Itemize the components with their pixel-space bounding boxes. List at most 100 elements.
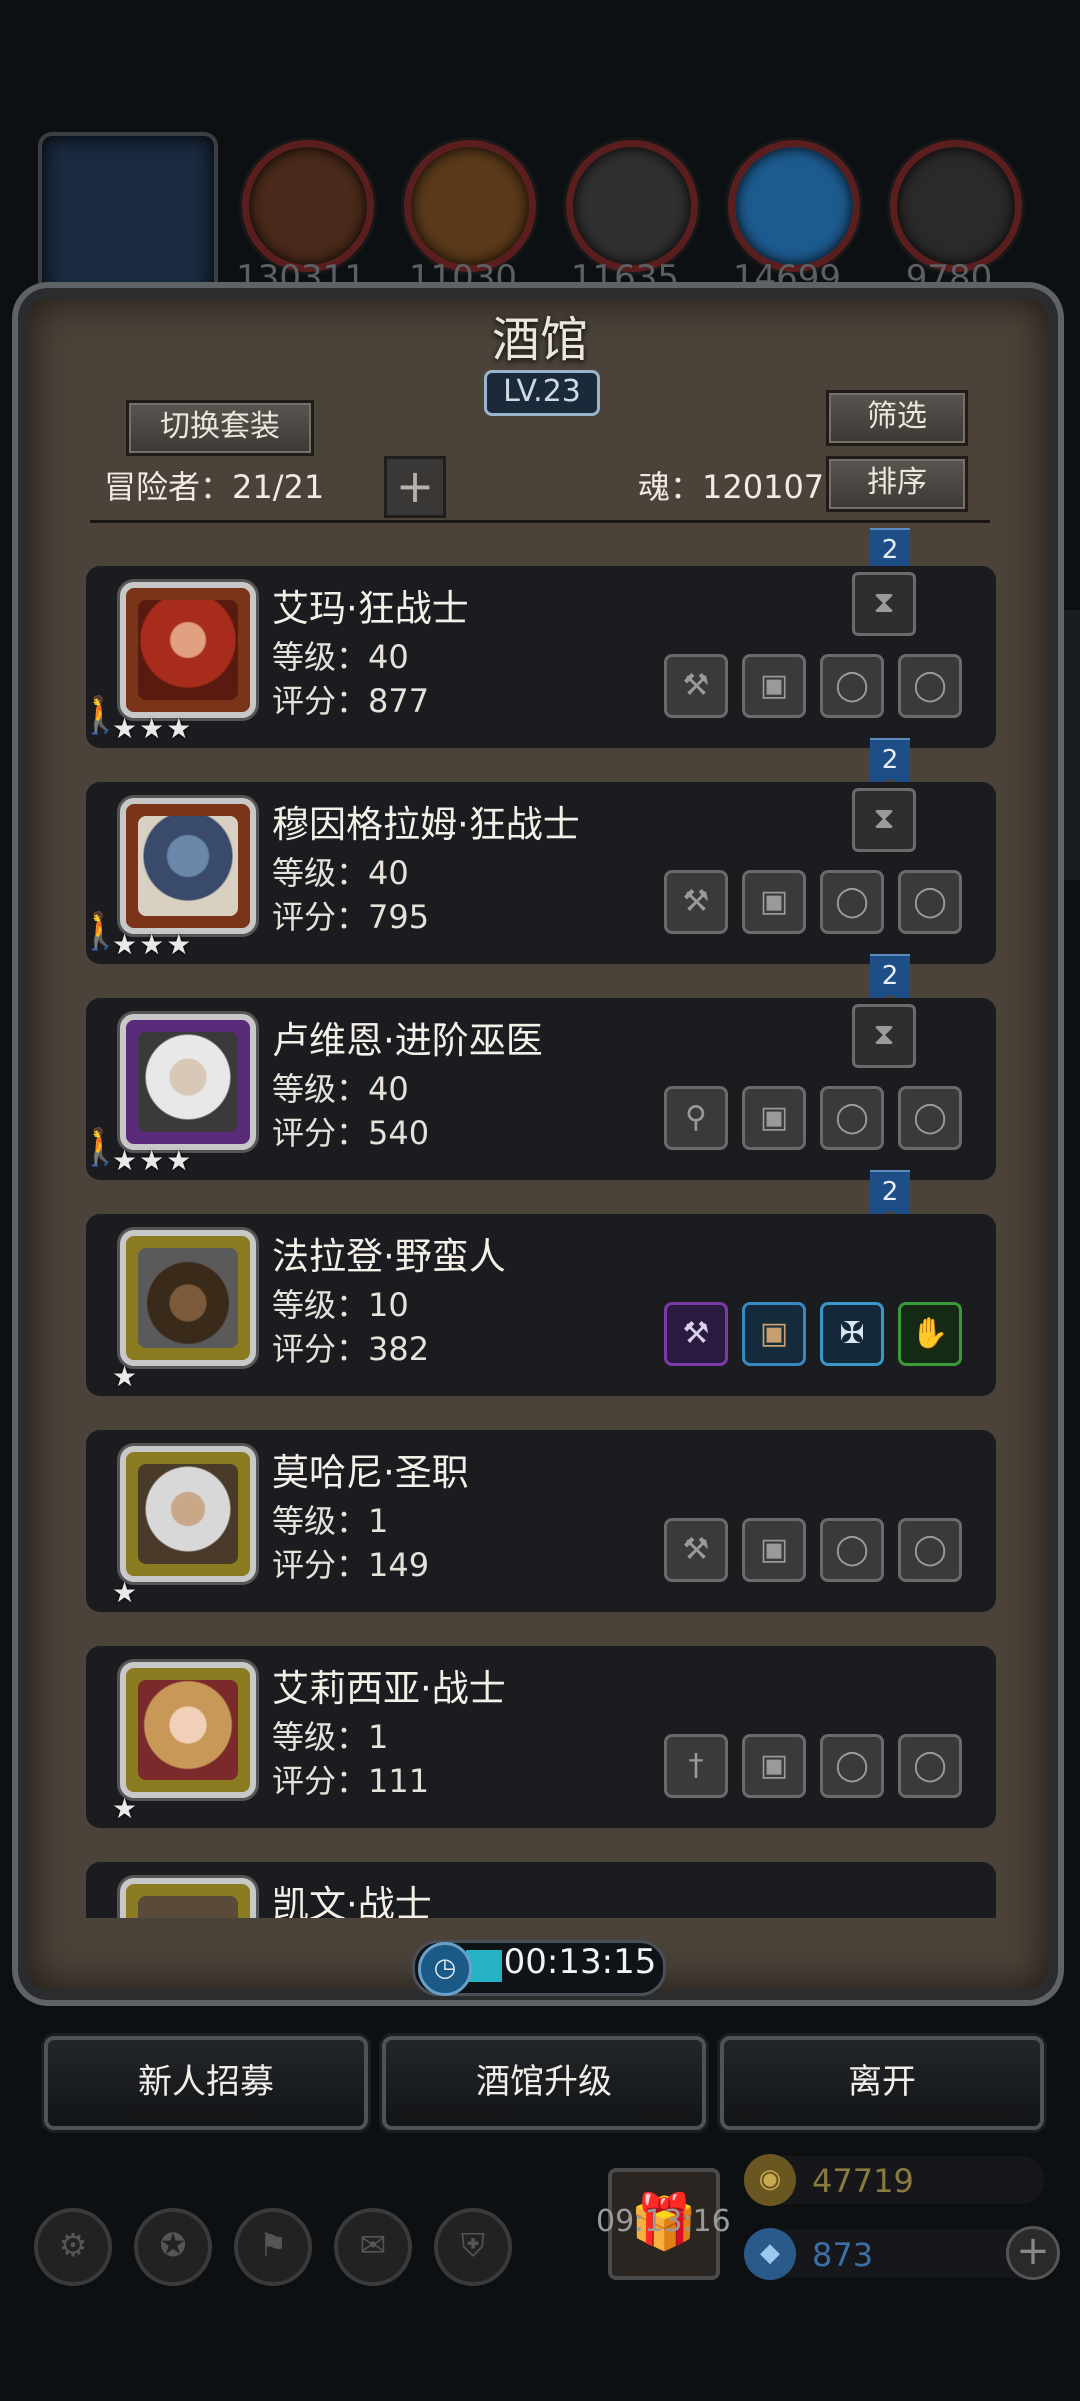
side-tab[interactable] [1050, 790, 1080, 880]
axe-icon[interactable]: ⚒ [664, 654, 728, 718]
gear-icon[interactable]: ⚙ [34, 2208, 112, 2286]
armor-icon[interactable]: ▣ [742, 654, 806, 718]
clock-icon: ◷ [418, 1942, 472, 1996]
ring-icon[interactable]: ◯ [898, 1518, 962, 1582]
ring-icon[interactable]: ◯ [898, 654, 962, 718]
sort-button[interactable]: 排序 [826, 456, 968, 512]
gem-value: 873 [812, 2236, 874, 2274]
armor-icon[interactable]: ▣ [742, 1518, 806, 1582]
add-gems-button[interactable]: + [1006, 2226, 1060, 2280]
amulet-icon[interactable]: ✠ [820, 1302, 884, 1366]
adventurer-score: 评分：149 [272, 1546, 430, 1584]
ring-icon[interactable]: ◯ [820, 654, 884, 718]
adventurer-card[interactable]: ★★★ 🚶 艾玛·狂战士 等级：40 评分：877 ⧗ ⚒ ▣ ◯ ◯ [78, 566, 996, 748]
walking-icon: 🚶 [78, 911, 123, 952]
avatar[interactable] [120, 582, 256, 718]
adventurer-name: 艾莉西亚·战士 [272, 1667, 506, 1710]
hero-portrait-slot[interactable] [38, 132, 218, 305]
ring-icon[interactable]: ◯ [898, 1734, 962, 1798]
gift-timer: 09:13:16 [596, 2204, 731, 2239]
adventurer-card[interactable]: ★ 莫哈尼·圣职 等级：1 评分：149 ⚒ ▣ ◯ ◯ [86, 1430, 996, 1612]
resource-iron-value: 11635 [570, 258, 680, 298]
mail-icon[interactable]: ✉ [334, 2208, 412, 2286]
resource-meat-value: 130311 [236, 258, 366, 298]
adventurer-name: 卢维恩·进阶巫医 [272, 1019, 543, 1062]
axe-icon[interactable]: ⚒ [664, 870, 728, 934]
star-rating: ★★★ [112, 712, 194, 745]
recruit-button[interactable]: 新人招募 [44, 2036, 368, 2130]
armor-icon[interactable]: ▣ [742, 1086, 806, 1150]
adventurer-score: 评分：540 [272, 1114, 430, 1152]
adventurer-name: 凯文·战士 [272, 1883, 432, 1918]
tavern-upgrade-button[interactable]: 酒馆升级 [382, 2036, 706, 2130]
staff-icon[interactable]: ⚲ [664, 1086, 728, 1150]
adventurer-card[interactable]: 凯文·战士 [86, 1862, 996, 1918]
resource-wood-value: 11030 [408, 258, 518, 298]
ring-icon[interactable]: ◯ [820, 1734, 884, 1798]
panel-title: 酒馆 [491, 312, 588, 368]
armor-icon[interactable]: ▣ [742, 1734, 806, 1798]
adventurer-card[interactable]: ★★★ 🚶 卢维恩·进阶巫医 等级：40 评分：540 ⧗ ⚲ ▣ ◯ ◯ [78, 998, 996, 1180]
crystal-icon[interactable] [728, 140, 860, 272]
resource-stone-value: 9780 [905, 258, 993, 298]
wood-icon[interactable] [404, 140, 536, 272]
adventurer-card[interactable]: ★ 艾莉西亚·战士 等级：1 评分：111 † ▣ ◯ ◯ [86, 1646, 996, 1828]
star-rating: ★★★ [112, 928, 194, 961]
adventurer-level: 等级：40 [272, 1070, 409, 1108]
adventurer-level: 等级：1 [272, 1502, 389, 1540]
leave-button[interactable]: 离开 [720, 2036, 1044, 2130]
adventurer-card[interactable]: ★★★ 🚶 穆因格拉姆·狂战士 等级：40 评分：795 ⧗ ⚒ ▣ ◯ ◯ [78, 782, 996, 964]
adventurer-name: 莫哈尼·圣职 [272, 1451, 469, 1494]
timer-value: 00:13:15 [503, 1942, 657, 1982]
star-rating: ★ [112, 1792, 140, 1825]
hourglass-icon[interactable]: ⧗ [852, 788, 916, 852]
star-icon[interactable]: ✪ [134, 2208, 212, 2286]
sword-icon[interactable]: † [664, 1734, 728, 1798]
shield-icon[interactable]: ⛨ [434, 2208, 512, 2286]
filter-button[interactable]: 筛选 [826, 390, 968, 446]
side-tab[interactable] [1050, 610, 1080, 700]
avatar[interactable] [120, 1014, 256, 1150]
adventurer-level: 等级：40 [272, 854, 409, 892]
adventurer-name: 穆因格拉姆·狂战士 [272, 803, 580, 846]
banner-icon[interactable]: ⚑ [234, 2208, 312, 2286]
armor-icon[interactable]: ▣ [742, 870, 806, 934]
side-tab[interactable] [1050, 700, 1080, 790]
iron-icon[interactable] [566, 140, 698, 272]
gauntlet-icon[interactable]: ✋ [898, 1302, 962, 1366]
adventurer-level: 等级：10 [272, 1286, 409, 1324]
ring-icon[interactable]: ◯ [820, 1086, 884, 1150]
soul-count: 魂：120107 [638, 468, 825, 506]
avatar[interactable] [120, 1446, 256, 1582]
star-rating: ★★★ [112, 1144, 194, 1177]
armor-icon[interactable]: ▣ [742, 1302, 806, 1366]
adventurer-card[interactable]: ★ 法拉登·野蛮人 等级：10 评分：382 ⚒ ▣ ✠ ✋ [86, 1214, 996, 1396]
adventurer-score: 评分：795 [272, 898, 430, 936]
walking-icon: 🚶 [78, 1127, 123, 1168]
adventurer-list[interactable]: 2 ★★★ 🚶 艾玛·狂战士 等级：40 评分：877 ⧗ ⚒ ▣ ◯ ◯ 2 … [60, 528, 1020, 1918]
avatar[interactable] [120, 1878, 256, 1918]
ring-icon[interactable]: ◯ [898, 870, 962, 934]
adventurer-count: 冒险者：21/21 [104, 468, 325, 506]
walking-icon: 🚶 [78, 695, 123, 736]
adventurer-level: 等级：1 [272, 1718, 389, 1756]
add-adventurer-slot-button[interactable]: + [384, 456, 446, 518]
avatar[interactable] [120, 1662, 256, 1798]
stone-icon[interactable] [890, 140, 1022, 272]
avatar[interactable] [120, 798, 256, 934]
gem-icon: ◆ [744, 2228, 796, 2280]
ring-icon[interactable]: ◯ [820, 1518, 884, 1582]
adventurer-level: 等级：40 [272, 638, 409, 676]
avatar[interactable] [120, 1230, 256, 1366]
adventurer-score: 评分：382 [272, 1330, 430, 1368]
meat-icon[interactable] [242, 140, 374, 272]
gold-coin-icon: ◉ [744, 2154, 796, 2206]
ring-icon[interactable]: ◯ [820, 870, 884, 934]
hammer-icon[interactable]: ⚒ [664, 1518, 728, 1582]
axe-icon[interactable]: ⚒ [664, 1302, 728, 1366]
hourglass-icon[interactable]: ⧗ [852, 1004, 916, 1068]
ring-icon[interactable]: ◯ [898, 1086, 962, 1150]
switch-set-button[interactable]: 切换套装 [126, 400, 314, 456]
hourglass-icon[interactable]: ⧗ [852, 572, 916, 636]
star-rating: ★ [112, 1576, 140, 1609]
